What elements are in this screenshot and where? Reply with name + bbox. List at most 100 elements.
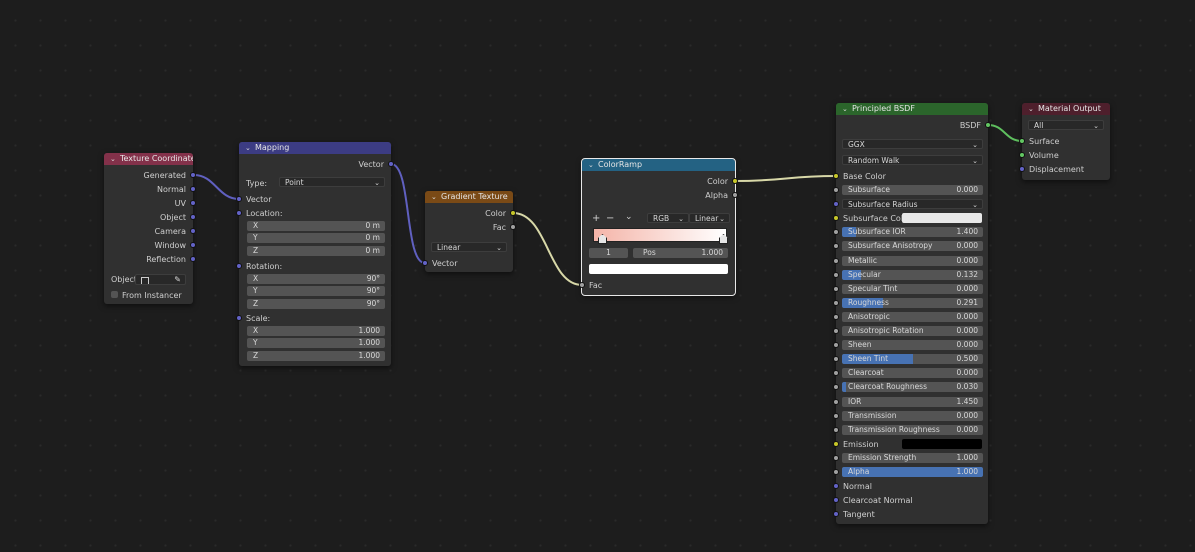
collapse-chevron-icon[interactable]: ⌄ (431, 191, 441, 203)
input-socket-vector[interactable] (422, 260, 428, 266)
roughness-field[interactable]: Roughness 0.291 (842, 298, 983, 308)
output-socket-color[interactable] (510, 210, 516, 216)
input-socket-metallic[interactable] (833, 258, 839, 264)
input-socket-subsurface[interactable] (833, 187, 839, 193)
eyedropper-icon[interactable]: ✎ (174, 275, 181, 284)
ior-field[interactable]: IOR 1.450 (842, 397, 983, 407)
ramp-menu-button[interactable]: ⌄ (625, 212, 633, 222)
input-socket-sheen-tint[interactable] (833, 356, 839, 362)
active-stop-index-field[interactable]: 1 (589, 248, 628, 258)
input-socket-anisotropic-rotation[interactable] (833, 328, 839, 334)
input-socket-emission[interactable] (833, 441, 839, 447)
subsurface-field[interactable]: Subsurface 0.000 (842, 185, 983, 195)
collapse-chevron-icon[interactable]: ⌄ (842, 103, 852, 115)
object-picker-field[interactable]: ✎ (135, 274, 186, 285)
color-ramp-gradient-bar[interactable] (593, 228, 727, 242)
input-socket-vector[interactable] (236, 196, 242, 202)
input-socket-clearcoat-normal[interactable] (833, 497, 839, 503)
target-dropdown[interactable]: All ⌄ (1028, 120, 1104, 130)
texture-coordinate-node[interactable]: ⌄ Texture Coordinate Generated Normal UV … (104, 153, 196, 304)
anisotropic-rotation-field[interactable]: Anisotropic Rotation 0.000 (842, 326, 983, 336)
output-socket-alpha[interactable] (732, 192, 738, 198)
node-header[interactable]: ⌄ Texture Coordinate (104, 153, 193, 165)
input-socket-ior[interactable] (833, 399, 839, 405)
type-dropdown[interactable]: Point ⌄ (279, 177, 385, 187)
node-header[interactable]: ⌄ Gradient Texture (425, 191, 513, 203)
rotation-x-field[interactable]: X 90° (247, 274, 385, 284)
node-header[interactable]: ⌄ ColorRamp (582, 159, 735, 171)
node-header[interactable]: ⌄ Principled BSDF (836, 103, 988, 115)
output-socket-color[interactable] (732, 178, 738, 184)
input-socket-specular-tint[interactable] (833, 286, 839, 292)
output-socket-vector[interactable] (388, 161, 394, 167)
input-socket-volume[interactable] (1019, 152, 1025, 158)
colorramp-node[interactable]: ⌄ ColorRamp Color Alpha + − ⌄ RGB ⌄ Linear… (579, 158, 738, 296)
subsurface-color-swatch[interactable] (902, 213, 982, 223)
scale-z-field[interactable]: Z 1.000 (247, 351, 385, 361)
stop-color-swatch[interactable] (589, 264, 728, 274)
input-socket-subsurface-anisotropy[interactable] (833, 243, 839, 249)
output-socket-bsdf[interactable] (985, 122, 991, 128)
interpolation-dropdown[interactable]: Linear ⌄ (689, 213, 730, 223)
output-socket-fac[interactable] (510, 224, 516, 230)
collapse-chevron-icon[interactable]: ⌄ (588, 159, 598, 171)
clearcoat-roughness-field[interactable]: Clearcoat Roughness 0.030 (842, 382, 983, 392)
input-socket-subsurface-radius[interactable] (833, 201, 839, 207)
output-socket-normal[interactable] (190, 186, 196, 192)
specular-field[interactable]: Specular 0.132 (842, 270, 983, 280)
clearcoat-field[interactable]: Clearcoat 0.000 (842, 368, 983, 378)
metallic-field[interactable]: Metallic 0.000 (842, 256, 983, 266)
sheen-tint-field[interactable]: Sheen Tint 0.500 (842, 354, 983, 364)
rotation-z-field[interactable]: Z 90° (247, 299, 385, 309)
input-socket-clearcoat[interactable] (833, 370, 839, 376)
subsurface-method-dropdown[interactable]: Random Walk ⌄ (842, 155, 983, 165)
emission-strength-field[interactable]: Emission Strength 1.000 (842, 453, 983, 463)
input-socket-rotation[interactable] (236, 263, 242, 269)
location-y-field[interactable]: Y 0 m (247, 233, 385, 243)
input-socket-clearcoat-roughness[interactable] (833, 384, 839, 390)
input-socket-anisotropic[interactable] (833, 314, 839, 320)
collapse-chevron-icon[interactable]: ⌄ (1028, 103, 1038, 115)
location-x-field[interactable]: X 0 m (247, 221, 385, 231)
gradient-texture-node[interactable]: ⌄ Gradient Texture Color Fac Linear ⌄ Vect… (422, 191, 516, 272)
input-socket-surface[interactable] (1019, 138, 1025, 144)
material-output-node[interactable]: ⌄ Material Output All ⌄ Surface Volume Dis… (1019, 103, 1110, 180)
input-socket-scale[interactable] (236, 315, 242, 321)
input-socket-roughness[interactable] (833, 300, 839, 306)
output-socket-uv[interactable] (190, 200, 196, 206)
input-socket-fac[interactable] (579, 282, 585, 288)
collapse-chevron-icon[interactable]: ⌄ (110, 153, 120, 165)
input-socket-sheen[interactable] (833, 342, 839, 348)
scale-y-field[interactable]: Y 1.000 (247, 338, 385, 348)
rotation-y-field[interactable]: Y 90° (247, 286, 385, 296)
principled-bsdf-node[interactable]: ⌄ Principled BSDF BSDF GGX ⌄ Random Walk ⌄ … (833, 103, 991, 524)
input-socket-transmission[interactable] (833, 413, 839, 419)
input-socket-displacement[interactable] (1019, 166, 1025, 172)
input-socket-specular[interactable] (833, 272, 839, 278)
output-socket-generated[interactable] (190, 172, 196, 178)
node-header[interactable]: ⌄ Mapping (239, 142, 391, 154)
input-socket-base-color[interactable] (833, 173, 839, 179)
alpha-field[interactable]: Alpha 1.000 (842, 467, 983, 477)
subsurface-ior-field[interactable]: Subsurface IOR 1.400 (842, 227, 983, 237)
location-z-field[interactable]: Z 0 m (247, 246, 385, 256)
color-mode-dropdown[interactable]: RGB ⌄ (647, 213, 689, 223)
input-socket-subsurface-color[interactable] (833, 215, 839, 221)
gradient-type-dropdown[interactable]: Linear ⌄ (431, 242, 507, 252)
stop-position-field[interactable]: Pos 1.000 (633, 248, 728, 258)
emission-swatch[interactable] (902, 439, 982, 449)
output-socket-camera[interactable] (190, 228, 196, 234)
subsurface-anisotropy-field[interactable]: Subsurface Anisotropy 0.000 (842, 241, 983, 251)
output-socket-window[interactable] (190, 242, 196, 248)
node-header[interactable]: ⌄ Material Output (1022, 103, 1110, 115)
input-socket-tangent[interactable] (833, 511, 839, 517)
input-socket-location[interactable] (236, 210, 242, 216)
remove-stop-button[interactable]: − (606, 213, 614, 224)
input-socket-emission-strength[interactable] (833, 455, 839, 461)
scale-x-field[interactable]: X 1.000 (247, 326, 385, 336)
input-socket-transmission-roughness[interactable] (833, 427, 839, 433)
output-socket-object[interactable] (190, 214, 196, 220)
add-stop-button[interactable]: + (592, 213, 600, 224)
output-socket-reflection[interactable] (190, 256, 196, 262)
subsurface-radius-dropdown[interactable]: Subsurface Radius ⌄ (842, 199, 983, 209)
